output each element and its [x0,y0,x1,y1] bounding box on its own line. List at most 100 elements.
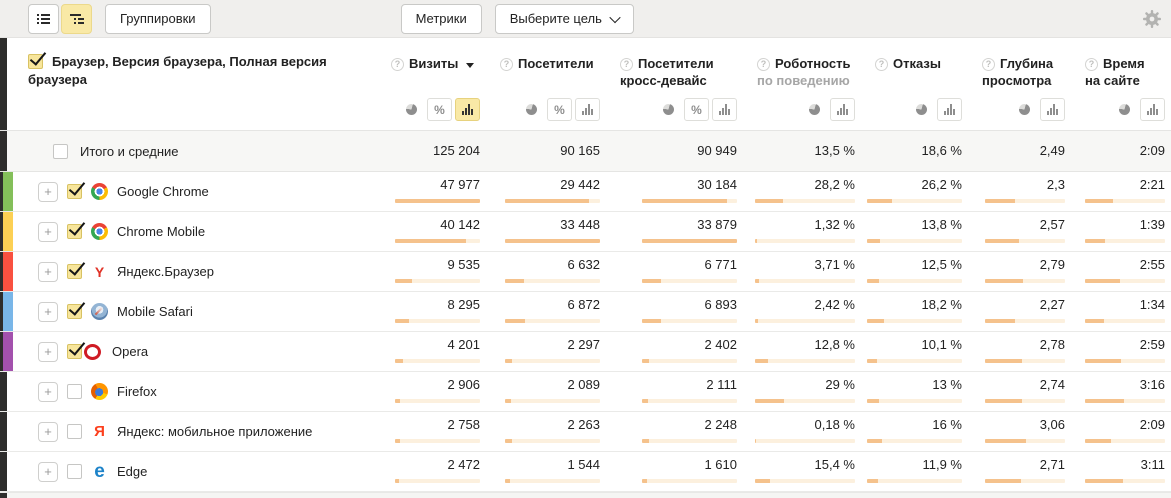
column-title-visits[interactable]: ?Визиты [391,55,480,72]
browser-icon [91,223,108,240]
row-checkbox[interactable] [67,224,82,239]
expand-row-button[interactable]: + [38,302,58,322]
expand-row-button[interactable]: + [38,382,58,402]
gear-icon[interactable] [1142,9,1162,29]
metric-bar [867,319,962,323]
pie-chart-toggle[interactable] [1112,98,1137,121]
select-all-checkbox[interactable] [28,54,43,69]
cell-value: 6 632 [567,257,600,273]
bar-chart-toggle[interactable] [830,98,855,121]
help-icon: ? [982,58,995,71]
row-checkbox[interactable] [67,344,82,359]
dimension-title: Браузер, Версия браузера, Полная версия … [28,53,361,89]
chart-toggle-group: % [391,98,480,121]
row-label: Chrome Mobile [117,224,205,239]
column-title-time-on-site[interactable]: ?Время на сайте [1085,55,1165,89]
pie-chart-toggle[interactable] [802,98,827,121]
cell-value: 2,78 [1040,337,1065,353]
pie-chart-icon [809,104,820,115]
bar-chart-icon [1147,104,1158,115]
plus-icon: + [44,345,52,358]
pie-chart-toggle[interactable] [656,98,681,121]
totals-checkbox[interactable] [53,144,68,159]
metric-bar [505,239,600,243]
bar-chart-toggle[interactable] [455,98,480,121]
bar-chart-toggle[interactable] [712,98,737,121]
bar-chart-toggle[interactable] [937,98,962,121]
row-checkbox[interactable] [67,384,82,399]
row-checkbox[interactable] [67,184,82,199]
metric-bar [642,319,737,323]
tree-view-toggle[interactable] [61,4,92,34]
bar-chart-toggle[interactable] [1040,98,1065,121]
expand-row-button[interactable]: + [38,462,58,482]
column-title-visitors[interactable]: ?Посетители [500,55,600,72]
metric-bar [395,439,480,443]
cell-value: 18,2 % [922,297,962,313]
percent-toggle[interactable]: % [547,98,572,121]
totals-row: Итого и средние 125 204 90 165 90 949 13… [0,130,1171,172]
metric-bar [1085,279,1165,283]
expand-row-button[interactable]: + [38,182,58,202]
column-title-depth[interactable]: ?Глубина просмотра [982,55,1065,89]
expand-row-button[interactable]: + [38,262,58,282]
row-name-cell: + Firefox [13,372,371,411]
column-title-robotness[interactable]: ?Роботность по поведению [757,55,855,89]
pie-chart-toggle[interactable] [909,98,934,121]
column-title-cross-device[interactable]: ?Посетители кросс-девайс [620,55,737,89]
totals-value: 90 165 [560,143,600,159]
metric-bar [1085,479,1165,483]
chart-toggle-group: % [620,98,737,121]
metrics-button[interactable]: Метрики [401,4,482,34]
row-color-marker [0,212,13,251]
metric-bar [642,479,737,483]
toolbar: Группировки Метрики Выберите цель [0,0,1171,38]
metric-bar [395,279,480,283]
plus-icon: + [44,305,52,318]
column-title-bounces[interactable]: ?Отказы [875,55,962,72]
row-color-marker [0,452,13,491]
metrika-report-table: Группировки Метрики Выберите цель [0,0,1171,498]
plus-icon: + [44,225,52,238]
row-color-marker [0,252,13,291]
expand-row-button[interactable]: + [38,422,58,442]
chevron-down-icon [609,11,620,22]
bar-chart-toggle[interactable] [575,98,600,121]
expand-row-button[interactable]: + [38,342,58,362]
cell-value: 2 297 [567,337,600,353]
bar-chart-toggle[interactable] [1140,98,1165,121]
expand-row-button[interactable]: + [38,222,58,242]
plus-icon: + [44,425,52,438]
row-checkbox[interactable] [67,264,82,279]
browser-icon [91,383,108,400]
row-checkbox[interactable] [67,304,82,319]
help-icon: ? [391,58,404,71]
sort-desc-icon [466,63,474,68]
metric-bar [755,399,855,403]
cell-value: 2 472 [447,457,480,473]
cell-value: 12,5 % [922,257,962,273]
list-view-toggle[interactable] [28,4,59,34]
row-checkbox[interactable] [67,464,82,479]
select-goal-button[interactable]: Выберите цель [495,4,634,34]
column-header-visits: ?Визиты % [371,38,480,130]
pie-chart-toggle[interactable] [399,98,424,121]
pie-chart-icon [916,104,927,115]
left-edge-strip [0,493,13,498]
row-label: Firefox [117,384,157,399]
cell-value: 1,32 % [815,217,855,233]
column-header-visitors: ?Посетители % [480,38,600,130]
metric-bar [755,199,855,203]
browser-icon [91,303,108,320]
pie-chart-toggle[interactable] [1012,98,1037,121]
groupings-button[interactable]: Группировки [105,4,211,34]
dimension-header-cell: Браузер, Версия браузера, Полная версия … [13,38,371,130]
row-checkbox[interactable] [67,424,82,439]
row-color-marker [0,372,13,411]
cell-value: 9 535 [447,257,480,273]
cell-value: 6 893 [704,297,737,313]
percent-toggle[interactable]: % [427,98,452,121]
percent-toggle[interactable]: % [684,98,709,121]
cell-value: 33 879 [697,217,737,233]
pie-chart-toggle[interactable] [519,98,544,121]
